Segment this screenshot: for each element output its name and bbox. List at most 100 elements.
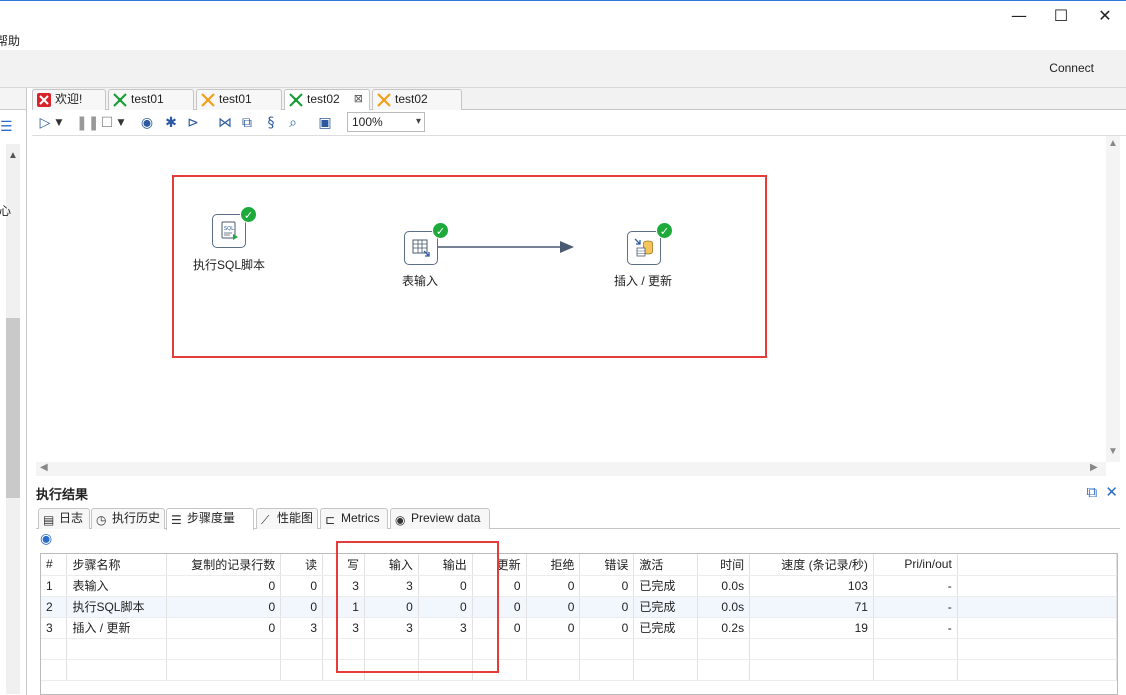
- verify-icon[interactable]: ⋈: [216, 114, 234, 132]
- step-node-table-input[interactable]: [404, 231, 438, 265]
- step-label: 执行SQL脚本: [193, 258, 266, 272]
- maximize-button[interactable]: ☐: [1046, 5, 1076, 27]
- table-cell: 插入 / 更新: [66, 617, 168, 639]
- svg-text:SQL: SQL: [224, 226, 234, 232]
- preview-eye-icon[interactable]: ◉: [138, 114, 156, 132]
- column-header[interactable]: #: [41, 554, 68, 576]
- editor-toolbar: ▷ ▼ ❚❚ ☐ ▼ ◉ ✱ ⊳ ⋈ ⧉ § ⌕ ▣ 100% ▾: [32, 110, 1126, 136]
- close-panel-icon[interactable]: ✕: [1105, 484, 1118, 501]
- show-hidden-eye-icon[interactable]: ◉: [40, 531, 52, 547]
- tab-test02-job[interactable]: test02 ⊠: [284, 89, 370, 111]
- job-canvas[interactable]: SQL ✓ 执行SQL脚本 ✓ 表输入 ✓ 插入 / 更新: [36, 136, 1106, 462]
- close-window-button[interactable]: ✕: [1090, 5, 1120, 27]
- tab-performance-graph[interactable]: ⟋ 性能图: [256, 508, 318, 529]
- tab-metrics[interactable]: ⊏ Metrics: [320, 508, 388, 529]
- panel-menu-icon[interactable]: ☰: [0, 118, 13, 135]
- scroll-up-icon[interactable]: ▲: [8, 150, 18, 161]
- tab-preview-data[interactable]: ◉ Preview data: [390, 508, 490, 529]
- performance-graph-icon: ⟋: [261, 513, 270, 527]
- grid-icon[interactable]: ▣: [316, 114, 334, 132]
- zoom-select[interactable]: 100% ▾: [347, 112, 425, 132]
- job-icon: [289, 93, 303, 107]
- insert-update-icon: [634, 238, 653, 257]
- run-options-chevron-down-icon[interactable]: ▼: [54, 114, 64, 132]
- minimize-button[interactable]: —: [1004, 5, 1034, 27]
- tab-test01-job[interactable]: test01: [108, 89, 194, 110]
- canvas-horizontal-scrollbar[interactable]: ◀ ▶: [36, 462, 1106, 476]
- highlight-box: [336, 541, 499, 673]
- table-row[interactable]: 2 执行SQL脚本 0 0 1 0 0 0 0 0 已完成 0.0s 71 -: [41, 596, 1117, 618]
- tab-label: 日志: [59, 511, 84, 525]
- tab-step-metrics[interactable]: ☰ 步骤度量: [166, 508, 254, 530]
- chevron-down-icon: ▾: [415, 116, 421, 127]
- column-header[interactable]: 速度 (条记录/秒): [749, 554, 874, 576]
- scroll-up-icon[interactable]: ▲: [1108, 138, 1118, 149]
- table-row[interactable]: 1 表输入 0 0 3 3 0 0 0 0 已完成 0.0s 103 -: [41, 575, 1117, 597]
- table-row[interactable]: 3 插入 / 更新 0 3 3 3 3 0 0 0 已完成 0.2s 19 -: [41, 617, 1117, 639]
- table-cell: 0: [579, 575, 635, 597]
- table-cell: 3: [41, 617, 68, 639]
- table-header-row: # 步骤名称 复制的记录行数 读 写 输入 输出 更新 拒绝 错误 激活 时间 …: [41, 554, 1117, 576]
- tab-label: Preview data: [411, 511, 481, 525]
- left-panel: ☰ ▲ 心: [0, 88, 27, 695]
- top-strip: Connect: [0, 50, 1126, 88]
- table-cell: 0.2s: [697, 617, 751, 639]
- explore-db-icon[interactable]: ⌕: [284, 114, 302, 132]
- scroll-down-icon[interactable]: ▼: [1108, 446, 1118, 457]
- table-cell: 表输入: [66, 575, 168, 597]
- column-header[interactable]: 错误: [579, 554, 635, 576]
- canvas-vertical-scrollbar[interactable]: ▲ ▼: [1106, 136, 1120, 462]
- table-cell: 71: [749, 596, 874, 618]
- maximize-panel-icon[interactable]: ⧉: [1087, 484, 1098, 501]
- step-metrics-table: # 步骤名称 复制的记录行数 读 写 输入 输出 更新 拒绝 错误 激活 时间 …: [40, 553, 1118, 695]
- tab-label: test01: [219, 92, 252, 106]
- step-node-insert-update[interactable]: [627, 231, 661, 265]
- table-cell: 3: [280, 617, 324, 639]
- scroll-left-icon[interactable]: ◀: [40, 462, 48, 473]
- tab-welcome[interactable]: 欢迎!: [32, 89, 106, 110]
- column-header[interactable]: 时间: [697, 554, 751, 576]
- step-label: 插入 / 更新: [614, 274, 673, 288]
- table-cell: 0: [579, 617, 635, 639]
- tab-log[interactable]: ▤ 日志: [38, 508, 90, 529]
- metrics-grid: # 步骤名称 复制的记录行数 读 写 输入 输出 更新 拒绝 错误 激活 时间 …: [41, 554, 1117, 681]
- stop-options-chevron-down-icon[interactable]: ▼: [116, 114, 126, 132]
- sql-icon[interactable]: §: [262, 114, 280, 132]
- table-cell: 0: [280, 596, 324, 618]
- left-panel-text: 心: [0, 204, 12, 218]
- scroll-right-icon[interactable]: ▶: [1090, 462, 1098, 473]
- table-cell: -: [873, 596, 958, 618]
- tab-test02-transform[interactable]: test02: [372, 89, 462, 110]
- stop-icon[interactable]: ☐: [98, 114, 116, 132]
- left-panel-header: [0, 88, 26, 110]
- column-header[interactable]: Pri/in/out: [873, 554, 958, 576]
- success-check-icon: ✓: [656, 222, 673, 239]
- column-header[interactable]: 步骤名称: [66, 554, 168, 576]
- table-cell: 0.0s: [697, 596, 751, 618]
- table-cell: -: [873, 575, 958, 597]
- success-check-icon: ✓: [432, 222, 449, 239]
- close-tab-icon[interactable]: ⊠: [354, 90, 363, 109]
- impact-analysis-icon[interactable]: ⧉: [238, 114, 256, 132]
- tab-test01-transform[interactable]: test01: [196, 89, 282, 110]
- connect-button[interactable]: Connect: [1049, 61, 1094, 75]
- tab-label: 性能图: [277, 511, 314, 525]
- table-cell: 已完成: [633, 617, 699, 639]
- column-header[interactable]: 激活: [633, 554, 699, 576]
- pause-icon[interactable]: ❚❚: [76, 114, 99, 132]
- debug-icon[interactable]: ✱: [162, 114, 180, 132]
- editor-tab-bar: 欢迎! test01 test01 test02 ⊠ test02: [32, 88, 1126, 111]
- left-panel-scroll-thumb[interactable]: [6, 318, 20, 498]
- step-label: 表输入: [402, 274, 439, 288]
- table-cell: -: [873, 617, 958, 639]
- column-header[interactable]: 读: [280, 554, 324, 576]
- replay-icon[interactable]: ⊳: [184, 114, 202, 132]
- table-cell: 0: [166, 596, 282, 618]
- table-cell: 19: [749, 617, 874, 639]
- column-header[interactable]: 复制的记录行数: [166, 554, 282, 576]
- menu-item-help[interactable]: 帮助: [0, 32, 20, 49]
- tab-label: test01: [131, 92, 164, 106]
- column-header[interactable]: 拒绝: [526, 554, 581, 576]
- run-icon[interactable]: ▷: [36, 114, 54, 132]
- tab-history[interactable]: ◷ 执行历史: [91, 508, 165, 529]
